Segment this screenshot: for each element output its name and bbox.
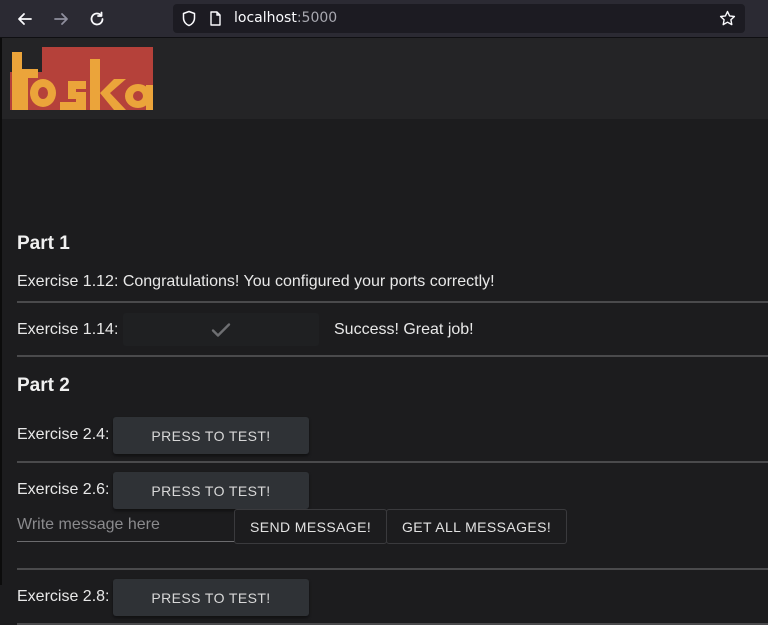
header: toska: [2, 38, 768, 119]
exercise-2-4-test-button[interactable]: PRESS TO TEST!: [113, 417, 309, 454]
exercise-1-12-text: Exercise 1.12: Congratulations! You conf…: [17, 273, 495, 290]
bookmark-star-icon[interactable]: [719, 10, 736, 27]
reload-button[interactable]: [87, 9, 107, 29]
browser-toolbar: localhost:5000: [0, 0, 768, 38]
reload-icon: [90, 11, 104, 26]
forward-button[interactable]: [51, 9, 71, 29]
exercise-1-14-result: [123, 313, 319, 346]
part2-heading: Part 2: [17, 375, 70, 396]
checkmark-icon: [211, 322, 231, 337]
part1-heading: Part 1: [17, 233, 70, 254]
divider: [17, 568, 768, 570]
exercise-2-6-label: Exercise 2.6:: [17, 481, 110, 498]
exercise-1-14-status: Success! Great job!: [334, 321, 474, 338]
divider: [17, 461, 768, 463]
divider: [17, 301, 768, 303]
message-input[interactable]: [17, 508, 235, 542]
get-all-messages-button[interactable]: GET ALL MESSAGES!: [386, 509, 568, 544]
forward-arrow-icon: [54, 13, 68, 25]
exercise-2-4-label: Exercise 2.4:: [17, 426, 110, 443]
shield-icon[interactable]: [181, 10, 197, 27]
toska-logo: toska: [10, 47, 153, 110]
exercise-1-14-label: Exercise 1.14:: [17, 321, 119, 338]
exercise-2-8-label: Exercise 2.8:: [17, 588, 110, 605]
exercise-2-6-test-button[interactable]: PRESS TO TEST!: [113, 472, 309, 509]
divider: [17, 355, 768, 357]
back-button[interactable]: [15, 9, 35, 29]
page-icon[interactable]: [209, 11, 222, 26]
address-bar[interactable]: localhost:5000: [173, 4, 745, 33]
url-text: localhost:5000: [234, 10, 337, 26]
send-message-button[interactable]: SEND MESSAGE!: [234, 509, 388, 544]
back-arrow-icon: [18, 13, 32, 25]
url-host: localhost: [234, 10, 297, 26]
page: toska Part 1 Exercise 1.12: Congratulati…: [0, 38, 768, 625]
url-port: :5000: [296, 10, 338, 26]
